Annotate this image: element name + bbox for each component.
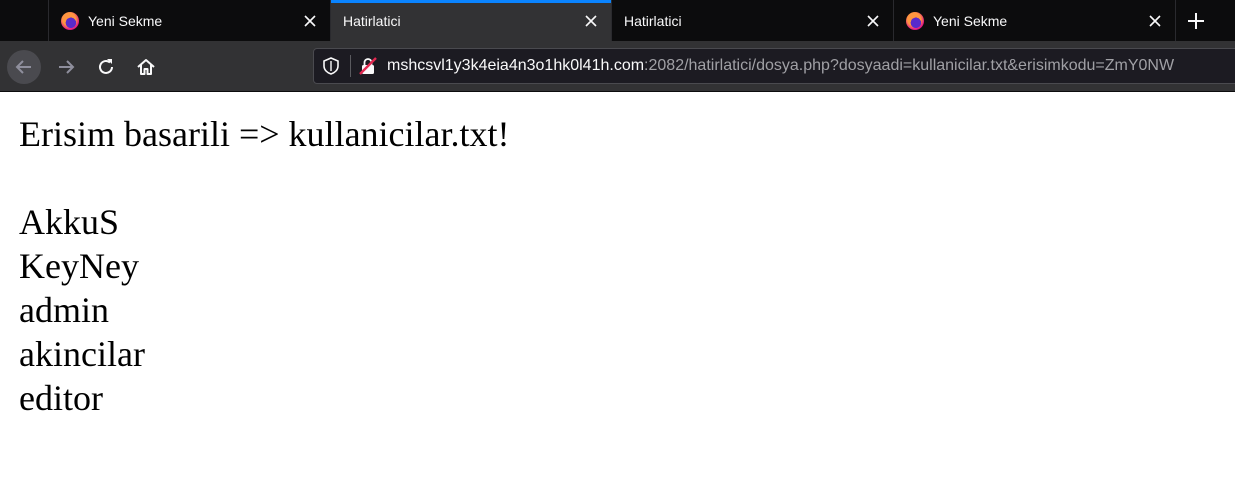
insecure-lock-icon[interactable] xyxy=(355,49,381,83)
tab-strip: Yeni Sekme Hatirlatici Hatirlatici Yeni … xyxy=(0,0,1235,41)
forward-arrow-icon xyxy=(59,60,75,74)
reload-icon xyxy=(99,59,113,74)
user-list-item: AkkuS xyxy=(19,202,120,242)
url-text[interactable]: mshcsvl1y3k4eia4n3o1hk0l41h.com:2082/hat… xyxy=(387,57,1174,75)
close-icon[interactable] xyxy=(296,7,324,35)
page-content: Erisim basarili => kullanicilar.txt! Akk… xyxy=(19,112,1209,420)
tab-hatirlatici[interactable]: Hatirlatici xyxy=(612,0,894,41)
home-button[interactable] xyxy=(129,50,163,84)
tab-strip-spacer xyxy=(0,0,49,41)
tab-title: Hatirlatici xyxy=(624,12,682,29)
firefox-icon xyxy=(906,11,924,30)
back-arrow-icon xyxy=(15,60,31,74)
new-tab-button[interactable] xyxy=(1176,0,1216,41)
tab-hatirlatici-active[interactable]: Hatirlatici xyxy=(331,0,612,41)
close-icon[interactable] xyxy=(859,7,887,35)
page-heading: Erisim basarili => kullanicilar.txt! xyxy=(19,114,510,154)
user-list-item: editor xyxy=(19,378,103,418)
user-list-item: admin xyxy=(19,290,109,330)
reload-button[interactable] xyxy=(89,50,123,84)
tab-title: Yeni Sekme xyxy=(933,12,1008,29)
url-host: mshcsvl1y3k4eia4n3o1hk0l41h.com xyxy=(387,57,645,74)
close-icon[interactable] xyxy=(577,7,605,35)
tracking-protection-shield-icon[interactable] xyxy=(314,49,348,83)
tab-yeni-sekme-2[interactable]: Yeni Sekme xyxy=(894,0,1176,41)
back-button[interactable] xyxy=(7,50,41,84)
forward-button[interactable] xyxy=(49,50,83,84)
tab-title: Yeni Sekme xyxy=(88,12,163,29)
url-path: :2082/hatirlatici/dosya.php?dosyaadi=kul… xyxy=(644,57,1175,74)
plus-icon xyxy=(1188,12,1204,29)
url-separator xyxy=(350,55,351,77)
tab-yeni-sekme-1[interactable]: Yeni Sekme xyxy=(49,0,331,41)
close-icon[interactable] xyxy=(1141,7,1169,35)
tab-title: Hatirlatici xyxy=(343,12,401,29)
url-bar[interactable]: mshcsvl1y3k4eia4n3o1hk0l41h.com:2082/hat… xyxy=(313,48,1235,84)
home-icon xyxy=(137,59,155,75)
user-list-item: KeyNey xyxy=(19,246,139,286)
user-list-item: akincilar xyxy=(19,334,145,374)
firefox-icon xyxy=(61,11,79,30)
navigation-toolbar: mshcsvl1y3k4eia4n3o1hk0l41h.com:2082/hat… xyxy=(0,41,1235,92)
